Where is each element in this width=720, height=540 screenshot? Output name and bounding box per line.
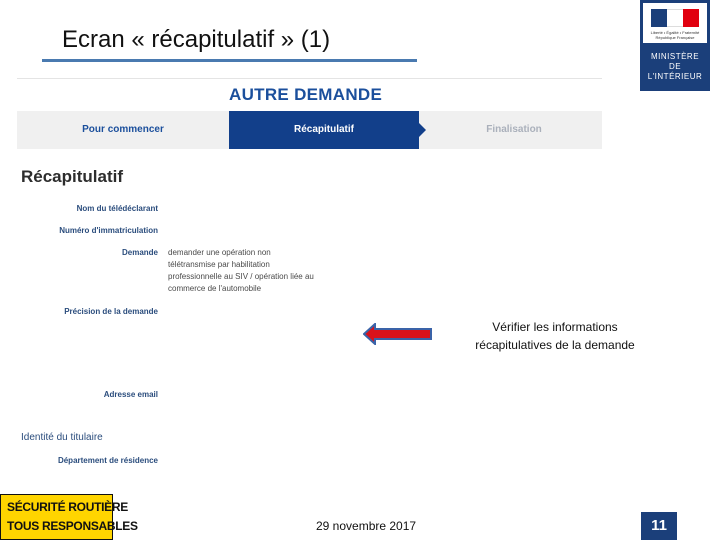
step-progress-bar: Pour commencer Récapitulatif Finalisatio… xyxy=(17,111,602,149)
email-label: Adresse email xyxy=(103,390,158,399)
form-heading: AUTRE DEMANDE xyxy=(229,85,383,104)
securite-routiere-logo: SÉCURITÉ ROUTIÈRE TOUS RESPONSABLES xyxy=(0,494,138,540)
request-label: Demande xyxy=(121,248,158,257)
left-arrow-icon xyxy=(363,323,432,345)
active-step-arrow-icon xyxy=(419,123,426,137)
step-pour-commencer[interactable]: Pour commencer xyxy=(17,111,229,149)
divider xyxy=(17,78,602,79)
footer-date: 29 novembre 2017 xyxy=(316,519,417,533)
step-recapitulatif[interactable]: Récapitulatif xyxy=(229,111,419,149)
section-title: Récapitulatif xyxy=(21,167,124,186)
registration-number-label: Numéro d'immatriculation xyxy=(59,226,158,235)
slide-title: Ecran « récapitulatif » (1) xyxy=(62,26,331,53)
request-value: demander une opération non télétransmise… xyxy=(168,248,314,293)
republic-motto: Liberté • Égalité • Fraternité Républiqu… xyxy=(650,30,700,40)
step-finalisation[interactable]: Finalisation xyxy=(426,111,602,149)
marianne-emblem: Liberté • Égalité • Fraternité Républiqu… xyxy=(643,3,707,43)
ministry-name: MINISTÈRE DE L'INTÉRIEUR xyxy=(647,52,703,81)
ministry-logo: Liberté • Égalité • Fraternité Républiqu… xyxy=(640,0,710,91)
page-number: 11 xyxy=(641,512,677,540)
french-flag-icon xyxy=(651,9,699,27)
department-label: Département de résidence xyxy=(57,456,158,465)
declarant-name-label: Nom du télédéclarant xyxy=(76,204,158,213)
request-detail-label: Précision de la demande xyxy=(64,307,158,316)
holder-identity-title: Identité du titulaire xyxy=(21,432,103,443)
title-underline xyxy=(42,59,417,62)
instruction-note: Vérifier les informations récapitulative… xyxy=(475,320,635,352)
